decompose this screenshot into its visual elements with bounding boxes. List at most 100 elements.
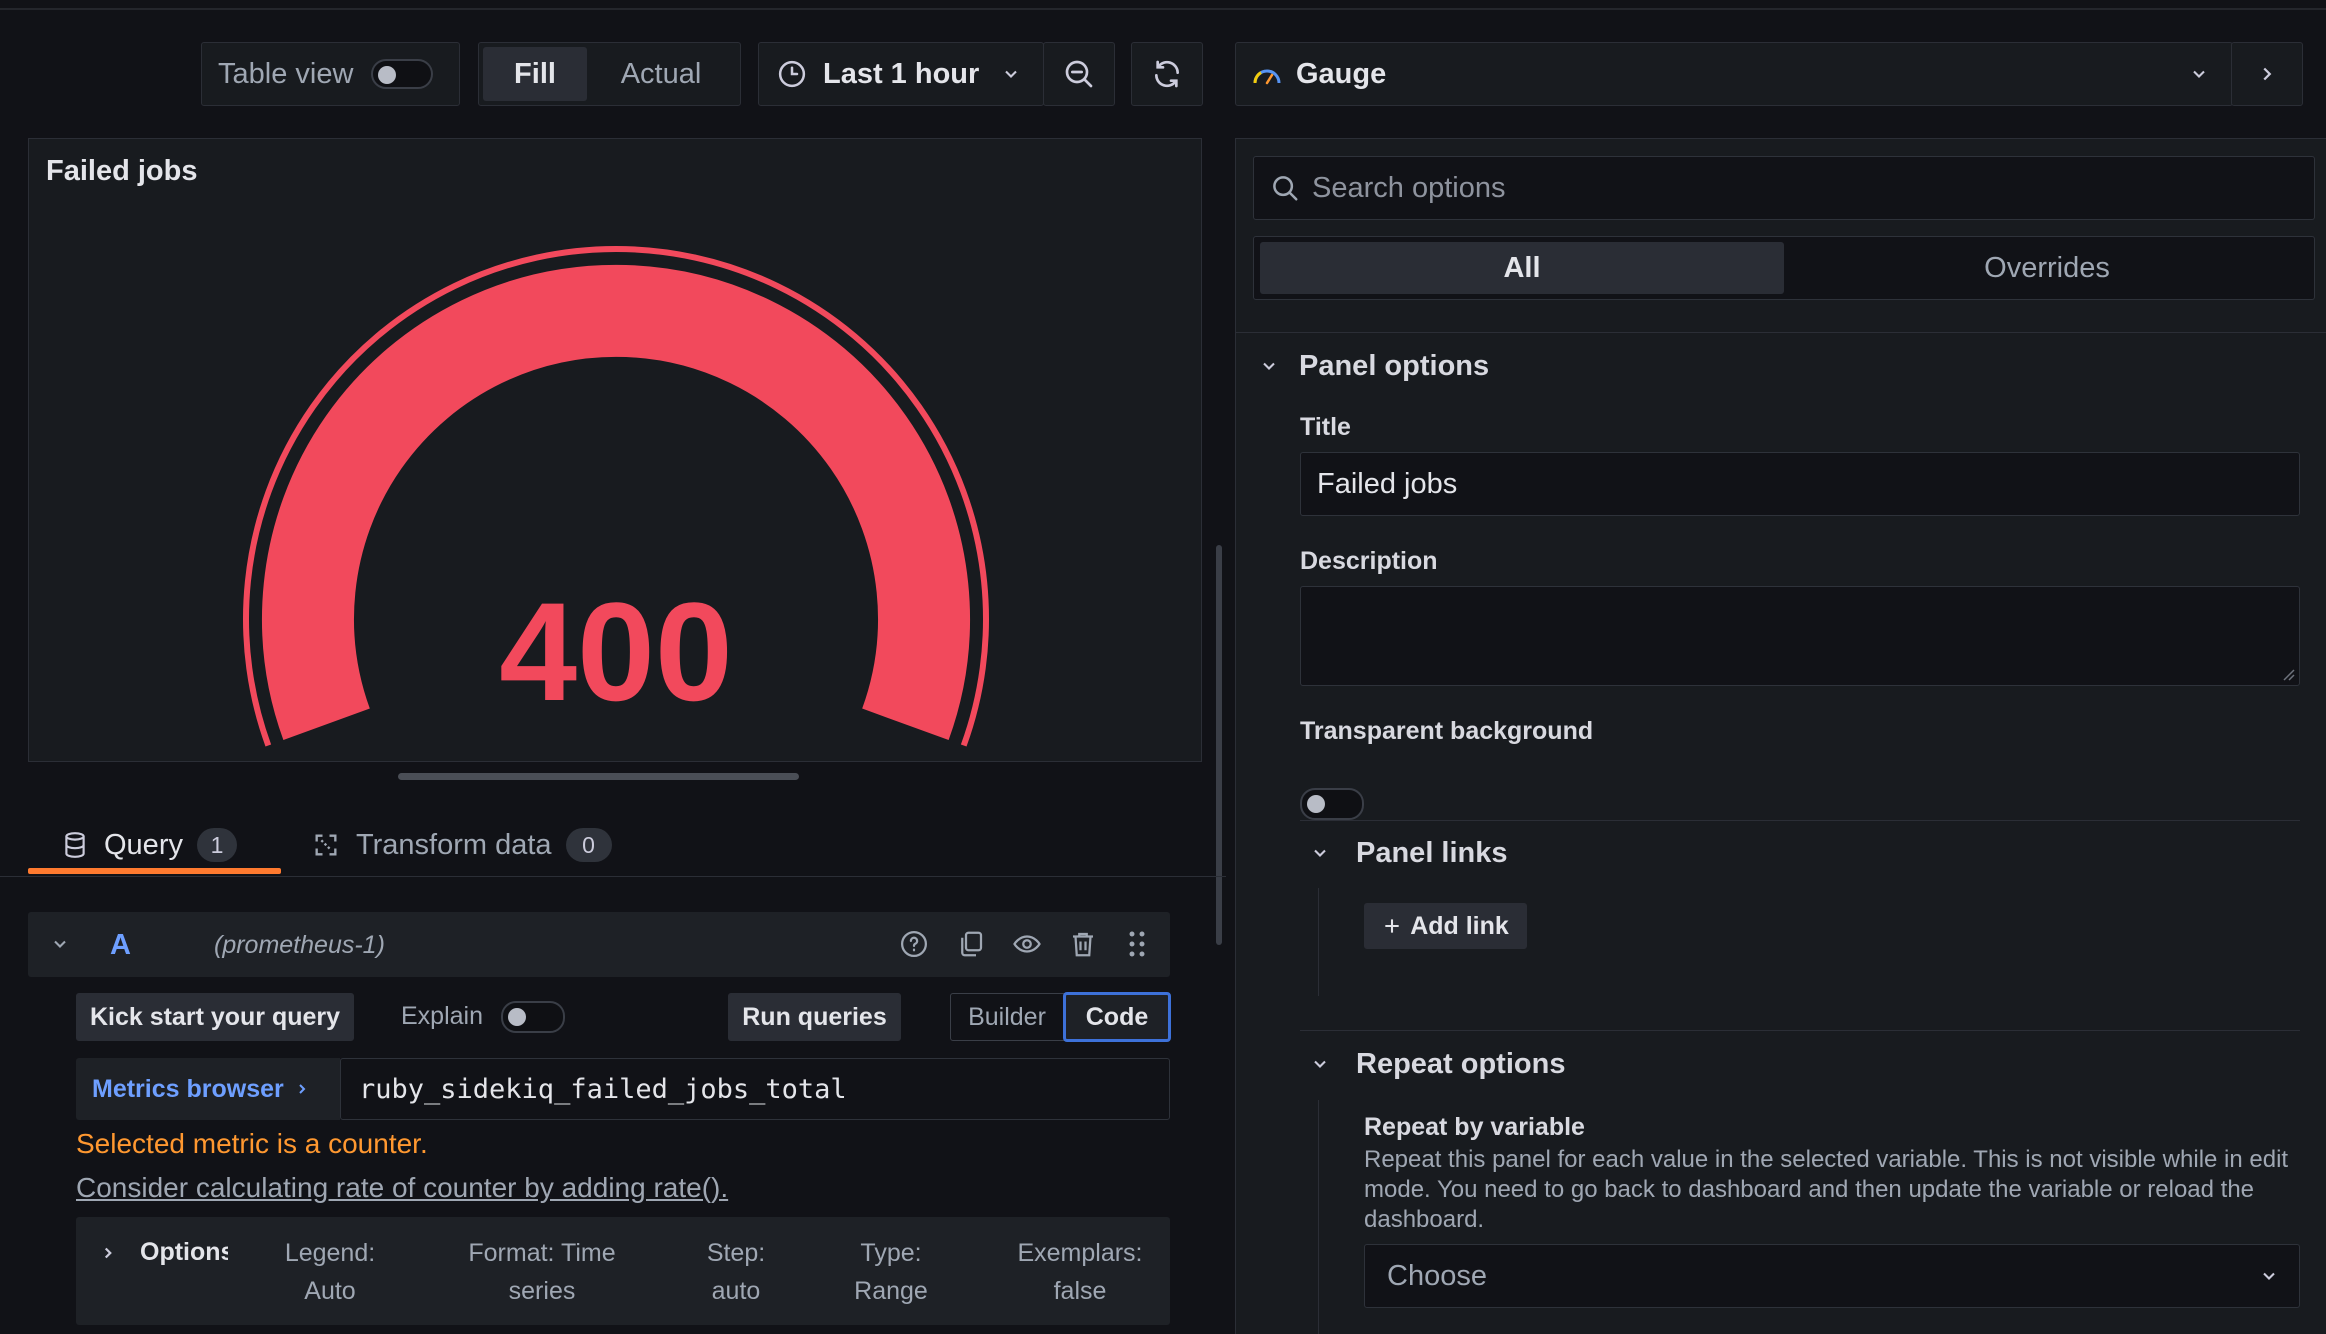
repeat-options-header[interactable]: Repeat options xyxy=(1310,1044,2300,1084)
transform-icon xyxy=(315,834,337,856)
tab-transform-count: 0 xyxy=(565,828,612,862)
query-datasource: (prometheus-1) xyxy=(214,931,385,959)
query-expression-editor[interactable]: ruby_sidekiq_failed_jobs_total xyxy=(340,1058,1170,1120)
panel-links-header[interactable]: Panel links xyxy=(1310,833,2300,873)
search-icon xyxy=(1273,176,1298,201)
eye-icon[interactable] xyxy=(1011,929,1043,959)
option-format: Format: Time series xyxy=(452,1234,632,1310)
add-link-label: Add link xyxy=(1410,911,1509,940)
builder-label: Builder xyxy=(968,1002,1046,1031)
chevron-down-icon xyxy=(1314,1060,1326,1068)
metrics-browser-label: Metrics browser xyxy=(92,1074,284,1103)
panel-options-title: Panel options xyxy=(1299,349,1490,382)
options-label[interactable]: Options xyxy=(140,1238,228,1267)
tabs-divider xyxy=(0,876,1226,877)
code-mode-button[interactable]: Code xyxy=(1063,992,1171,1042)
kick-start-button[interactable]: Kick start your query xyxy=(76,993,354,1041)
explain-switch[interactable] xyxy=(501,1001,565,1033)
builder-mode-button[interactable]: Builder xyxy=(951,994,1063,1040)
transparent-background-label: Transparent background xyxy=(1300,717,1594,745)
chevron-down-icon xyxy=(1005,70,1018,78)
tab-transform-label: Transform data xyxy=(356,828,552,861)
clock-icon xyxy=(778,60,806,88)
option-type-value: Range xyxy=(854,1277,928,1305)
tab-query-label: Query xyxy=(104,828,183,861)
fill-label: Fill xyxy=(514,57,556,90)
table-view-toggle-group[interactable]: Table view xyxy=(201,42,460,106)
tab-overrides-label: Overrides xyxy=(1984,251,2110,284)
panel-resize-handle[interactable] xyxy=(398,773,799,780)
fill-actual-group: Fill Actual xyxy=(478,42,741,106)
chevron-down-icon xyxy=(1314,849,1326,857)
option-exemplars-value: false xyxy=(1053,1277,1107,1305)
description-field[interactable] xyxy=(1300,586,2300,686)
run-queries-button[interactable]: Run queries xyxy=(728,993,901,1041)
panel-links-divider xyxy=(1300,820,2300,821)
option-exemplars-key: Exemplars: xyxy=(1017,1239,1143,1267)
refresh-button[interactable] xyxy=(1131,42,1203,106)
option-type: Type: Range xyxy=(831,1234,951,1310)
zoom-out-button[interactable] xyxy=(1043,42,1115,106)
panel-options-header[interactable]: Panel options xyxy=(1253,346,2303,386)
repeat-by-variable-label: Repeat by variable xyxy=(1364,1113,1585,1141)
table-view-label: Table view xyxy=(218,57,354,90)
chevron-right-icon xyxy=(2263,67,2272,81)
actual-button[interactable]: Actual xyxy=(587,47,735,101)
trash-icon[interactable] xyxy=(1068,929,1098,959)
tab-all[interactable]: All xyxy=(1260,242,1784,294)
query-ref-id[interactable]: A xyxy=(110,929,131,962)
search-options-input[interactable]: Search options xyxy=(1253,156,2315,220)
title-field[interactable]: Failed jobs xyxy=(1300,452,2300,516)
title-field-label: Title xyxy=(1300,413,1351,441)
gauge-icon xyxy=(1253,69,1281,85)
option-step-value: auto xyxy=(711,1277,761,1305)
repeat-description: Repeat this panel for each value in the … xyxy=(1364,1146,2289,1233)
chevron-down-icon xyxy=(2193,70,2205,78)
option-format-value: series xyxy=(508,1277,576,1305)
repeat-options-guide xyxy=(1318,1100,1319,1334)
counter-warning: Selected metric is a counter. xyxy=(76,1128,428,1159)
repeat-variable-select[interactable]: Choose xyxy=(1364,1244,2300,1308)
tab-transform-data[interactable]: Transform data 0 xyxy=(312,815,642,875)
editor-scrollbar[interactable] xyxy=(1216,545,1222,945)
repeat-options-title: Repeat options xyxy=(1356,1047,1566,1080)
panel-preview[interactable]: Failed jobs 400 xyxy=(28,138,1202,762)
fill-button[interactable]: Fill xyxy=(483,47,587,101)
options-tabs: All Overrides xyxy=(1253,236,2315,300)
repeat-variable-placeholder: Choose xyxy=(1387,1259,1487,1292)
description-field-label: Description xyxy=(1300,547,1438,575)
help-icon[interactable] xyxy=(899,929,929,959)
drag-handle-icon[interactable] xyxy=(1126,929,1148,959)
query-expression-text: ruby_sidekiq_failed_jobs_total xyxy=(359,1073,847,1105)
panel-links-guide xyxy=(1318,888,1319,996)
visualization-picker[interactable]: Gauge xyxy=(1235,42,2233,106)
zoom-out-icon xyxy=(1065,60,1093,88)
time-range-picker[interactable]: Last 1 hour xyxy=(758,42,1044,106)
chevron-right-icon[interactable] xyxy=(99,1244,117,1262)
editor-mode-toggle: Builder Code xyxy=(950,992,1171,1042)
option-step: Step: auto xyxy=(676,1234,796,1310)
option-legend-key: Legend: xyxy=(284,1239,376,1267)
option-step-key: Step: xyxy=(706,1239,766,1267)
add-link-button[interactable]: Add link xyxy=(1364,903,1527,949)
refresh-icon xyxy=(1155,60,1179,88)
chevron-down-icon xyxy=(1263,362,1275,370)
copy-icon[interactable] xyxy=(956,929,986,959)
query-row-header[interactable]: A (prometheus-1) xyxy=(28,912,1170,977)
collapse-options-button[interactable] xyxy=(2231,42,2303,106)
option-legend-value: Auto xyxy=(304,1277,356,1305)
kick-start-label: Kick start your query xyxy=(89,1002,341,1031)
tab-overrides[interactable]: Overrides xyxy=(1784,242,2310,294)
option-exemplars: Exemplars: false xyxy=(1000,1234,1160,1310)
chevron-down-icon[interactable] xyxy=(50,934,70,954)
rate-hint-link[interactable]: Consider calculating rate of counter by … xyxy=(76,1172,728,1204)
resize-grip-icon[interactable] xyxy=(2281,667,2295,681)
transparent-background-switch[interactable] xyxy=(1300,788,1364,820)
chevron-right-icon xyxy=(299,1084,306,1094)
search-options-placeholder: Search options xyxy=(1312,171,1506,204)
time-range-label: Last 1 hour xyxy=(823,57,980,90)
tab-query[interactable]: Query 1 xyxy=(28,815,281,875)
metrics-browser-button[interactable]: Metrics browser xyxy=(76,1058,340,1120)
options-divider xyxy=(1236,332,2326,333)
table-view-switch[interactable] xyxy=(371,59,434,89)
